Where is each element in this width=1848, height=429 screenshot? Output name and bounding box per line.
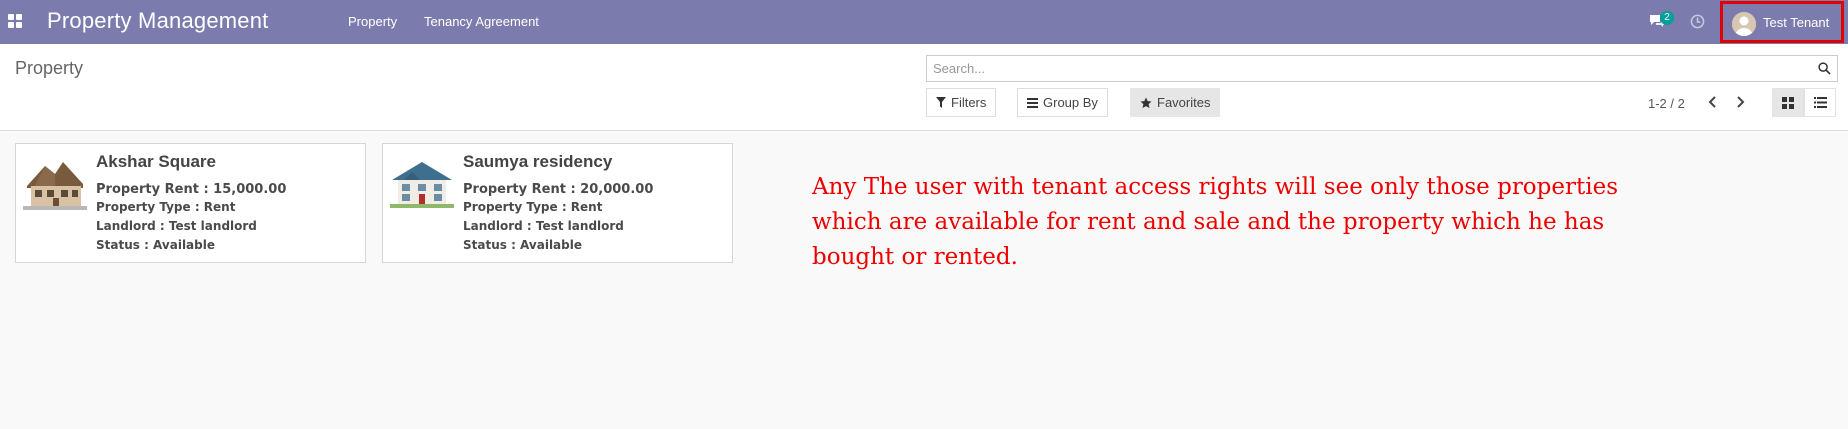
filters-button[interactable]: Filters xyxy=(926,88,997,117)
kanban-view-button[interactable] xyxy=(1772,88,1804,117)
property-card[interactable]: Saumya residency Property Rent : 20,000.… xyxy=(382,143,733,263)
app-title[interactable]: Property Management xyxy=(47,8,268,34)
favorites-label: Favorites xyxy=(1157,95,1211,110)
property-status: Status : Available xyxy=(463,238,582,252)
favorites-button[interactable]: Favorites xyxy=(1130,88,1221,117)
annotation-text: Any The user with tenant access rights w… xyxy=(812,174,1618,270)
pager-previous-icon[interactable] xyxy=(1705,94,1721,110)
search-bar[interactable] xyxy=(926,55,1838,82)
activity-clock-icon[interactable] xyxy=(1690,14,1705,29)
control-panel: Property Filters Group By Favorites 1-2 … xyxy=(0,44,1848,131)
search-input[interactable] xyxy=(931,58,1813,79)
list-view-button[interactable] xyxy=(1804,88,1836,117)
group-by-button[interactable]: Group By xyxy=(1017,88,1108,117)
user-name: Test Tenant xyxy=(1763,15,1830,30)
user-menu[interactable]: Test Tenant xyxy=(1720,1,1844,43)
search-icon[interactable] xyxy=(1818,62,1831,75)
property-card[interactable]: Akshar Square Property Rent : 15,000.00 … xyxy=(15,143,366,263)
property-status: Status : Available xyxy=(96,238,215,252)
star-icon xyxy=(1140,97,1152,108)
property-name: Akshar Square xyxy=(96,152,216,171)
property-rent: Property Rent : 15,000.00 xyxy=(96,182,287,197)
property-image xyxy=(390,162,454,208)
pager-value[interactable]: 1-2 / 2 xyxy=(1648,96,1685,111)
apps-menu-icon[interactable] xyxy=(8,14,22,28)
kanban-icon xyxy=(1782,97,1794,109)
chat-count-badge: 2 xyxy=(1660,11,1674,25)
list-icon xyxy=(1814,97,1827,108)
top-navbar: Property Management Property Tenancy Agr… xyxy=(0,0,1848,44)
menu-tenancy-agreement[interactable]: Tenancy Agreement xyxy=(424,14,539,29)
pager-next-icon[interactable] xyxy=(1732,94,1748,110)
property-rent: Property Rent : 20,000.00 xyxy=(463,182,654,197)
filters-label: Filters xyxy=(951,95,987,110)
menu-property[interactable]: Property xyxy=(348,14,397,29)
property-image xyxy=(23,162,87,210)
group-by-label: Group By xyxy=(1043,95,1098,110)
property-name: Saumya residency xyxy=(463,152,613,171)
property-landlord: Landlord : Test landlord xyxy=(463,219,624,233)
breadcrumb: Property xyxy=(15,58,84,78)
avatar xyxy=(1732,12,1756,36)
group-by-icon xyxy=(1027,97,1038,108)
property-type: Property Type : Rent xyxy=(96,200,236,214)
property-landlord: Landlord : Test landlord xyxy=(96,219,257,233)
filter-icon xyxy=(936,97,946,108)
property-type: Property Type : Rent xyxy=(463,200,603,214)
